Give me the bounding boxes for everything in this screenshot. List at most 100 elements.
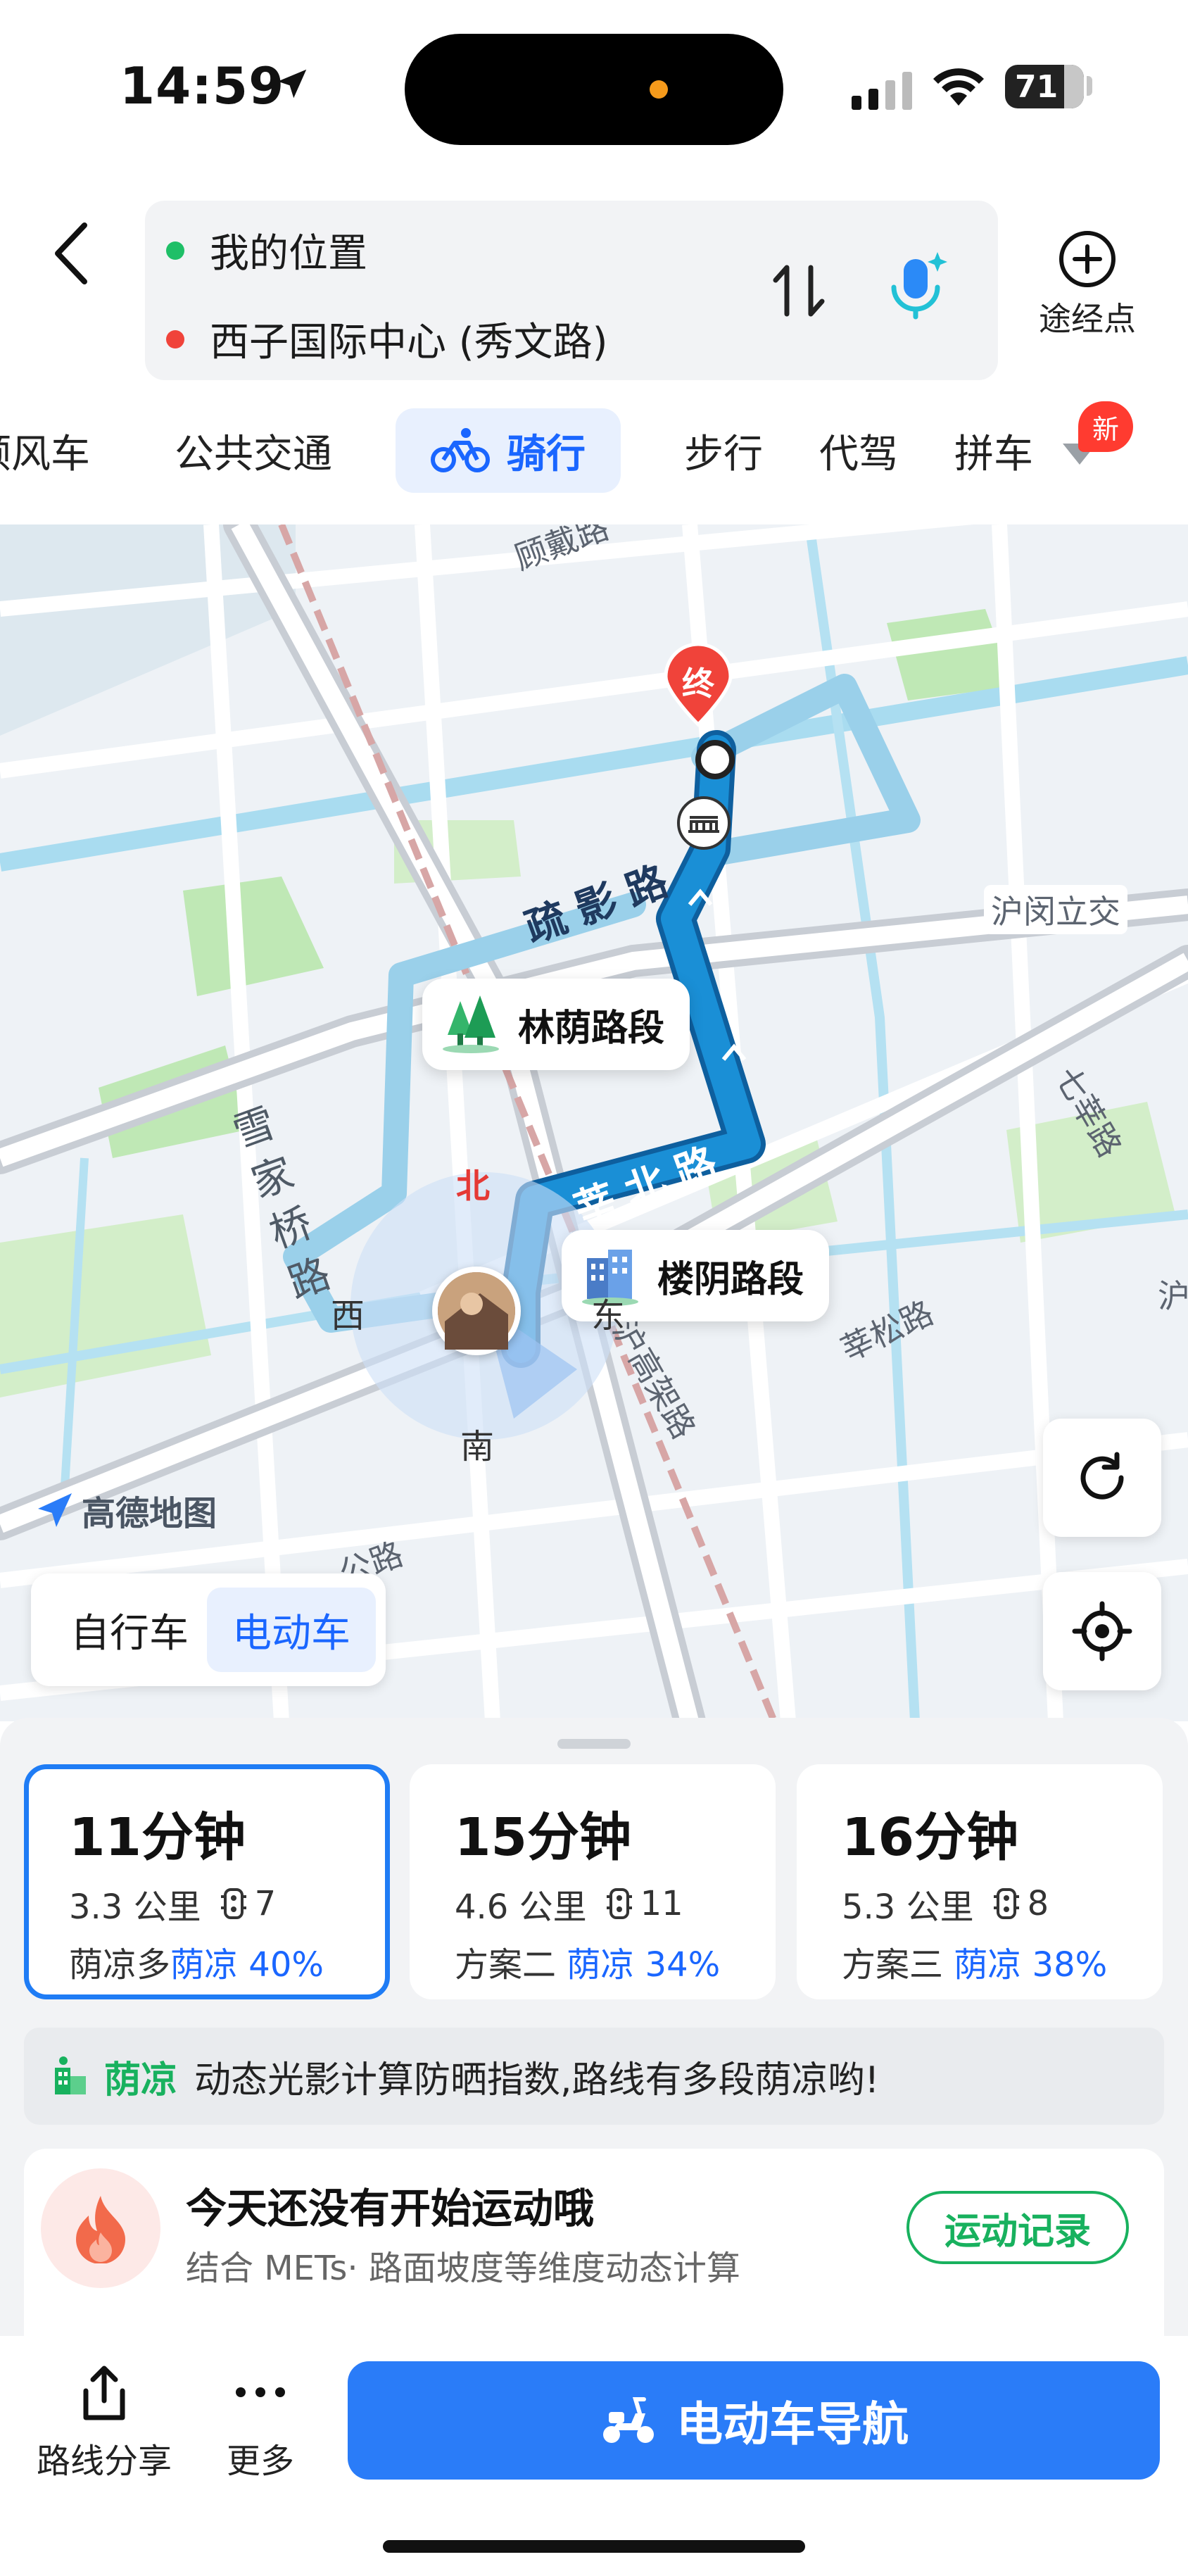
shade-info-banner[interactable]: 荫凉 动态光影计算防晒指数,路线有多段荫凉哟! <box>24 2028 1164 2125</box>
avatar-image <box>438 1272 515 1350</box>
more-dots-icon <box>236 2387 285 2397</box>
tab-walking[interactable]: 步行 <box>684 408 763 493</box>
route-distance-row: 4.6 公里 11 <box>455 1879 776 1928</box>
ebike-navigation-button[interactable]: 电动车导航 <box>348 2361 1160 2480</box>
more-button[interactable]: 更多 <box>211 2364 310 2482</box>
route-tagline: 荫凉多荫凉 40% <box>69 1937 385 1986</box>
destination-dot-icon <box>166 329 184 348</box>
tab-designated-driver[interactable]: 代驾 <box>819 408 898 493</box>
route-sheet: 11分钟 3.3 公里 7 荫凉多荫凉 40% 15分钟 4.6 公里 11 方… <box>0 1718 1188 2337</box>
fire-icon-wrap <box>41 2168 160 2288</box>
route-duration: 16分钟 <box>842 1807 1018 1868</box>
user-location-avatar[interactable] <box>432 1267 521 1355</box>
fire-icon <box>76 2196 125 2263</box>
wifi-icon <box>933 68 984 106</box>
battery-indicator: 71 <box>1005 65 1084 108</box>
bottom-action-bar: 路线分享 更多 电动车导航 <box>0 2336 1188 2576</box>
swap-icon[interactable] <box>767 259 830 322</box>
route-distance: 3.3 公里 <box>69 1887 201 1927</box>
shade-banner-text: 动态光影计算防晒指数,路线有多段荫凉哟! <box>194 2059 880 2101</box>
route-input-box: 我的位置 西子国际中心 (秀文路) <box>145 201 998 380</box>
share-icon <box>83 2365 125 2420</box>
battery-level: 71 <box>1015 68 1059 105</box>
forest-shade-label: 林荫路段 <box>518 1007 665 1050</box>
route-option-3[interactable]: 16分钟 5.3 公里 8 方案三 荫凉 38% <box>797 1764 1163 1999</box>
origin-dot-icon <box>166 241 184 260</box>
dynamic-island <box>405 34 783 145</box>
scooter-icon <box>603 2397 654 2443</box>
mode-tabs: 顺风车 公共交通 骑行 步行 代驾 拼车 <box>0 408 1188 500</box>
share-route-button[interactable]: 路线分享 <box>34 2364 175 2482</box>
tab-label: 顺风车 <box>0 431 90 477</box>
route-shade: 荫凉 34% <box>567 1945 721 1985</box>
route-option-2[interactable]: 15分钟 4.6 公里 11 方案二 荫凉 34% <box>410 1764 776 1999</box>
sport-subtitle: 结合 METs· 路面坡度等维度动态计算 <box>186 2249 740 2288</box>
add-waypoint-button[interactable]: 途经点 <box>1028 229 1147 340</box>
compass-east: 东 <box>591 1296 626 1336</box>
map-canvas <box>0 524 1188 1721</box>
road-label-huminli: 沪闵立交 <box>984 885 1127 934</box>
destination-marker-text: 终 <box>682 665 714 703</box>
refresh-icon <box>1080 1452 1124 1500</box>
shade-building-icon <box>55 2056 86 2094</box>
tab-transit[interactable]: 公共交通 <box>175 408 332 493</box>
route-duration: 11分钟 <box>69 1807 246 1868</box>
amap-logo: 高德地图 <box>35 1485 217 1535</box>
route-tag: 方案三 <box>842 1945 944 1985</box>
traffic-light-icon <box>993 1888 1019 1919</box>
tab-label: 代驾 <box>819 431 898 477</box>
bicycle-icon <box>431 428 490 472</box>
sport-title: 今天还没有开始运动哦 <box>186 2185 595 2232</box>
route-distance-row: 3.3 公里 7 <box>69 1879 385 1928</box>
route-shade: 荫凉 38% <box>954 1945 1108 1985</box>
location-arrow-icon <box>277 69 307 99</box>
locate-me-button[interactable] <box>1043 1572 1161 1690</box>
tab-label: 步行 <box>684 431 763 477</box>
route-duration: 15分钟 <box>455 1807 631 1868</box>
bicycle-option[interactable]: 自行车 <box>45 1588 214 1672</box>
sport-card: 今天还没有开始运动哦 结合 METs· 路面坡度等维度动态计算 运动记录 <box>24 2149 1164 2337</box>
forest-shade-bubble[interactable]: 林荫路段 <box>422 979 690 1070</box>
route-traffic-lights: 11 <box>640 1884 683 1923</box>
sheet-drag-handle[interactable] <box>557 1739 631 1749</box>
route-traffic-lights: 8 <box>1027 1884 1049 1923</box>
ebike-option[interactable]: 电动车 <box>207 1588 376 1672</box>
map-view[interactable]: 顾戴路 沪闵立交 七莘路 莘松路 沪 沪高架路 公路 疏影路 莘北路 雪家桥路 … <box>0 524 1188 1721</box>
route-tag: 荫凉多 <box>69 1945 171 1985</box>
route-distance-row: 5.3 公里 8 <box>842 1879 1163 1928</box>
traffic-light-icon <box>220 1888 246 1919</box>
tab-label: 骑行 <box>507 431 586 477</box>
origin-field[interactable]: 我的位置 <box>166 222 367 279</box>
status-time: 14:59 <box>120 56 285 115</box>
destination-field[interactable]: 西子国际中心 (秀文路) <box>166 310 608 367</box>
tree-icon <box>443 995 499 1053</box>
route-tagline: 方案三 荫凉 38% <box>842 1937 1163 1986</box>
route-option-1[interactable]: 11分钟 3.3 公里 7 荫凉多荫凉 40% <box>24 1764 390 1999</box>
destination-text: 西子国际中心 (秀文路) <box>210 320 608 365</box>
amap-logo-text: 高德地图 <box>82 1494 217 1533</box>
destination-marker[interactable]: 终 <box>662 642 735 727</box>
voice-mic-icon[interactable] <box>877 246 954 324</box>
tab-label: 公共交通 <box>175 431 332 477</box>
sport-record-button[interactable]: 运动记录 <box>906 2191 1129 2264</box>
locate-icon <box>1072 1601 1132 1661</box>
tab-hitch[interactable]: 顺风车 <box>0 408 90 493</box>
vehicle-type-toggle: 自行车 电动车 <box>31 1573 386 1686</box>
battery-tip <box>1087 76 1092 96</box>
shade-banner-tag: 荫凉 <box>104 2059 178 2101</box>
route-distance: 5.3 公里 <box>842 1887 974 1927</box>
traffic-light-icon <box>606 1888 632 1919</box>
back-button[interactable] <box>44 215 100 292</box>
home-indicator <box>383 2540 805 2553</box>
waypoint-label: 途经点 <box>1039 300 1136 338</box>
refresh-button[interactable] <box>1043 1419 1161 1537</box>
tab-cycling[interactable]: 骑行 <box>396 408 621 493</box>
bridge-icon <box>677 796 731 850</box>
route-tag: 方案二 <box>455 1945 557 1985</box>
cellular-signal-icon <box>852 72 912 110</box>
navigate-label: 电动车导航 <box>676 2397 909 2451</box>
amap-logo-icon <box>38 1493 72 1527</box>
building-shade-label: 楼阴路段 <box>657 1258 804 1301</box>
origin-text: 我的位置 <box>210 231 367 277</box>
tab-carpool[interactable]: 拼车 <box>954 408 1032 493</box>
